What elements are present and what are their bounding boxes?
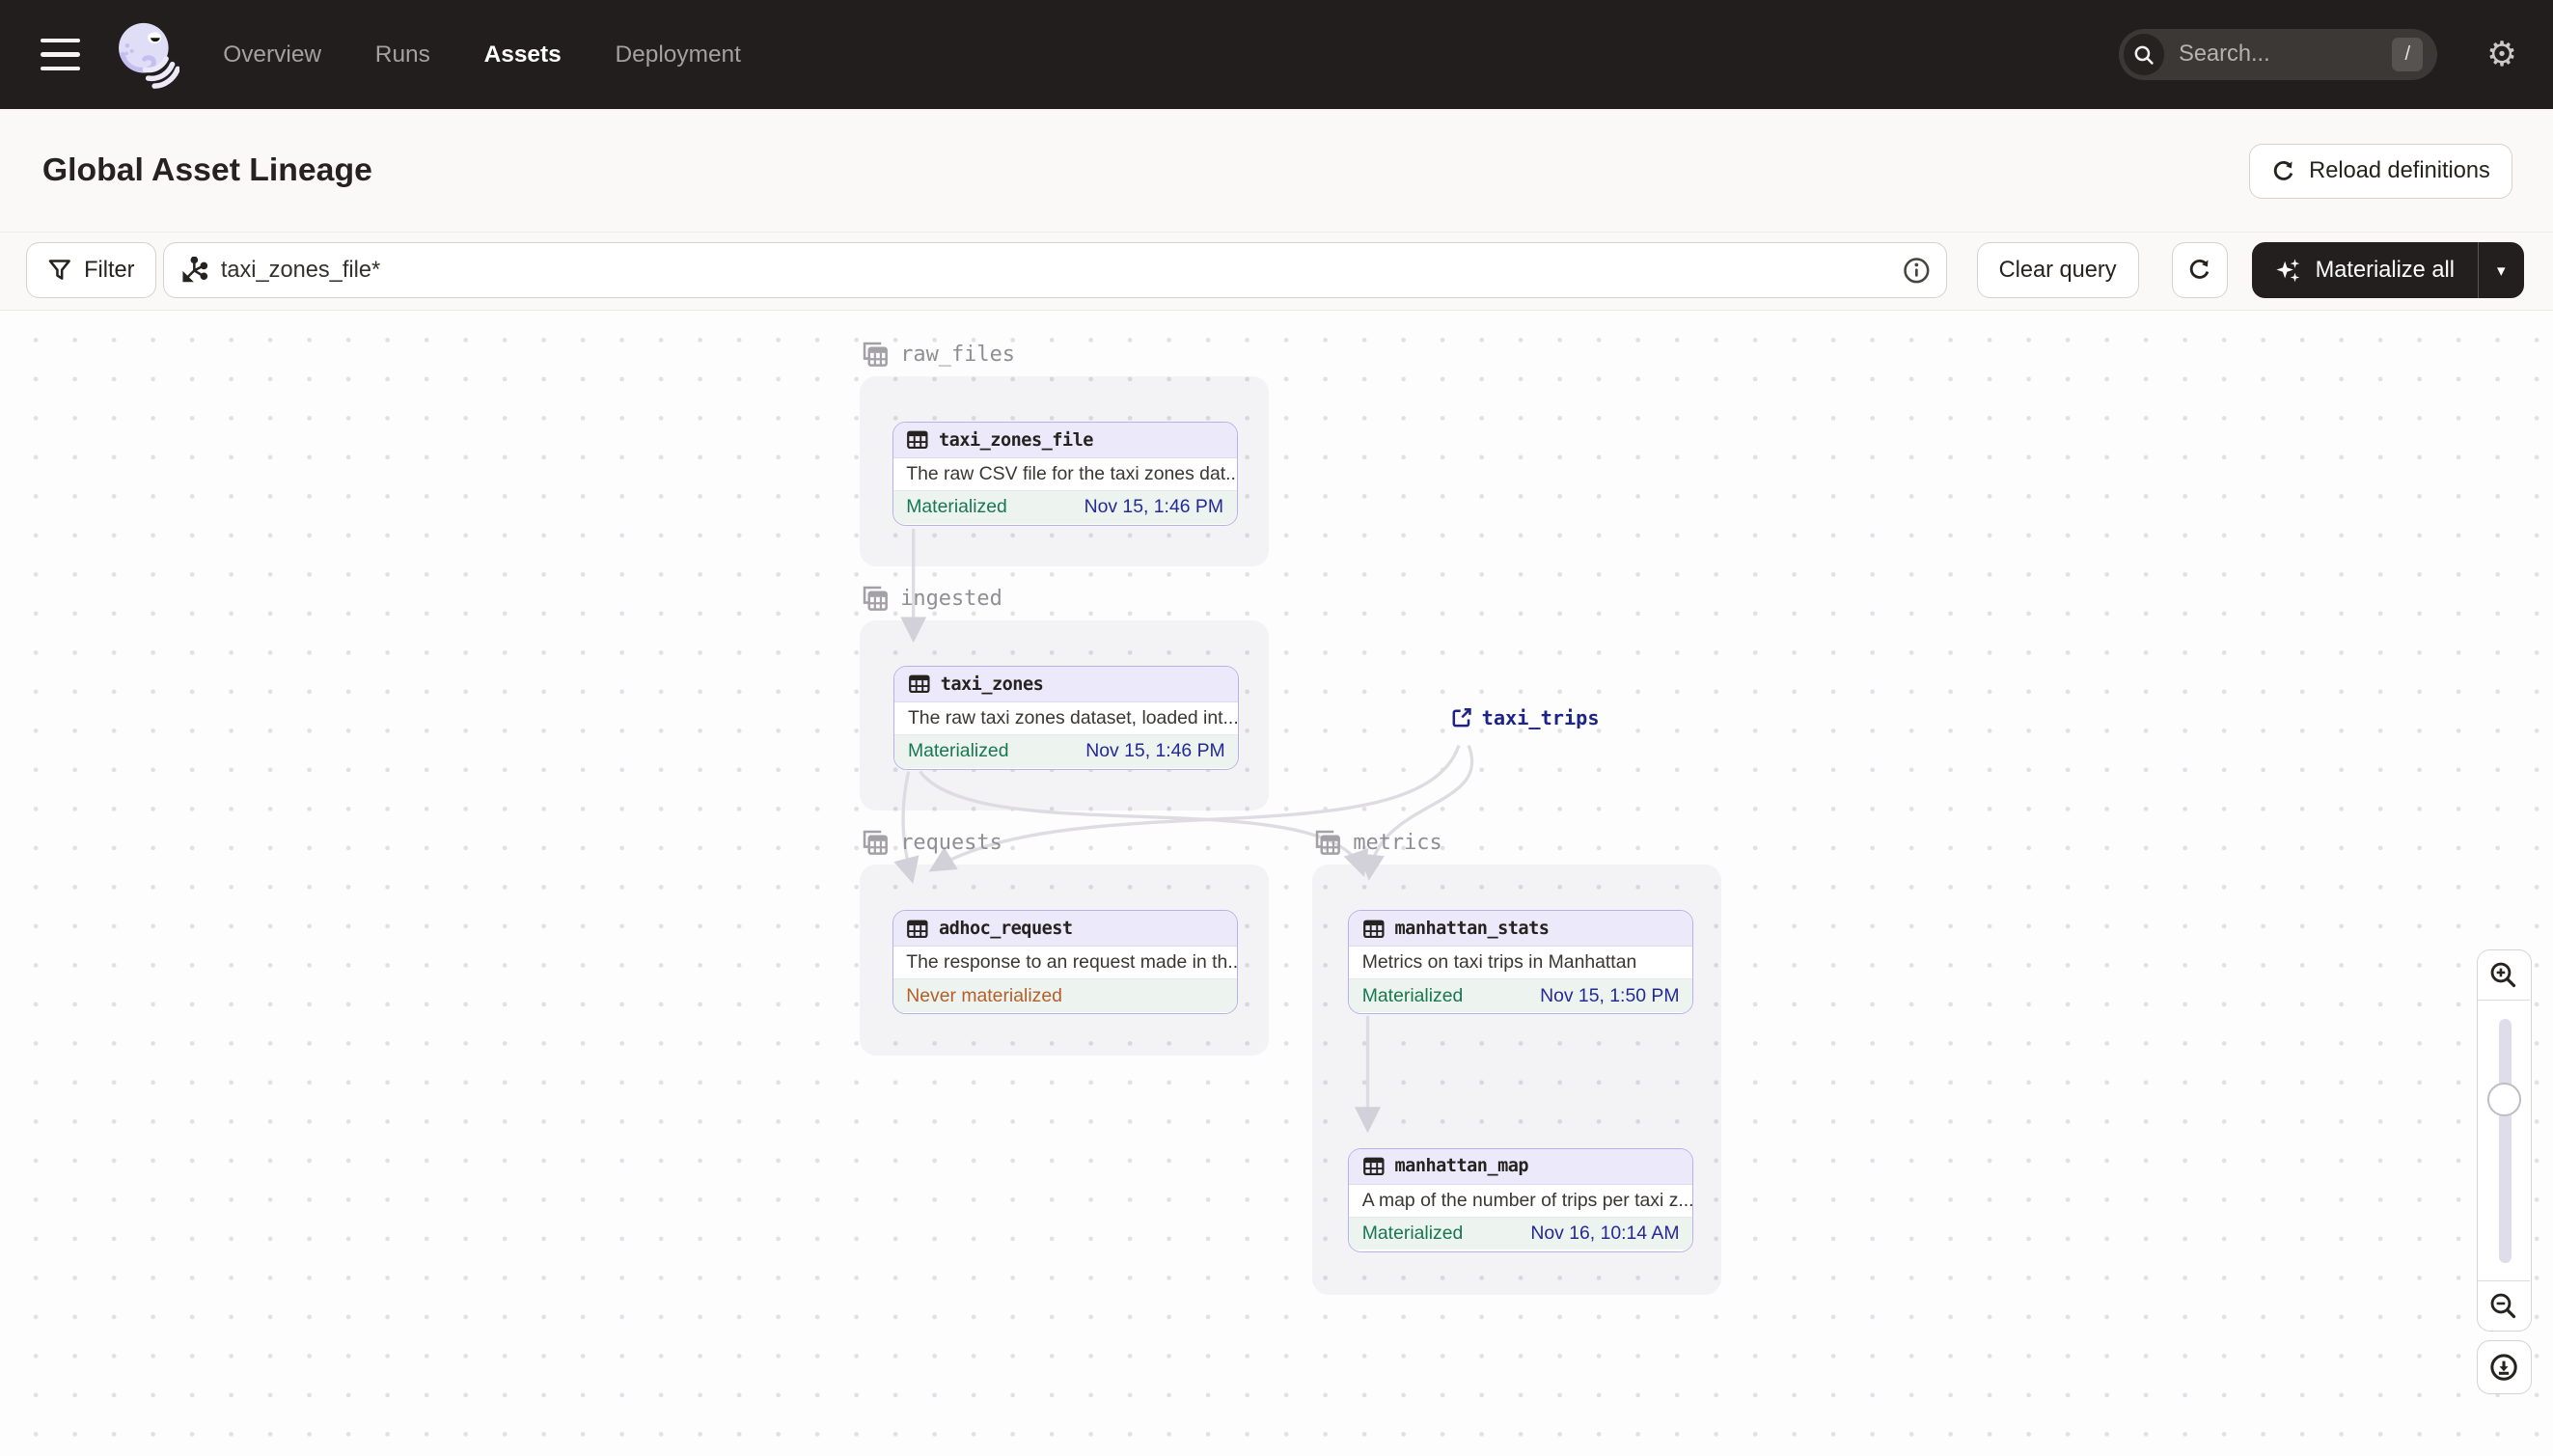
- zoom-in-icon: [2490, 962, 2516, 988]
- asset-description: A map of the number of trips per taxi z.…: [1349, 1185, 1692, 1218]
- group-label-metrics[interactable]: metrics: [1314, 829, 1442, 857]
- asset-timestamp: Nov 15, 1:46 PM: [1085, 740, 1225, 762]
- zoom-slider-thumb[interactable]: [2486, 1082, 2522, 1116]
- asset-status: Never materialized: [906, 984, 1062, 1006]
- nav-links: Overview Runs Assets Deployment: [223, 41, 741, 69]
- reload-icon: [2274, 160, 2293, 180]
- asset-query-text[interactable]: [220, 257, 1890, 284]
- table-icon: [909, 675, 930, 694]
- query-info-icon[interactable]: [1903, 257, 1931, 285]
- external-link-icon: [1452, 708, 1471, 728]
- table-icon: [1362, 1157, 1385, 1175]
- search-icon: [2123, 34, 2164, 75]
- refresh-graph-button[interactable]: [2172, 242, 2228, 298]
- materialize-options-caret[interactable]: ▾: [2479, 242, 2524, 297]
- top-nav: Overview Runs Assets Deployment Search..…: [0, 0, 2553, 110]
- dagster-logo[interactable]: [111, 18, 179, 90]
- group-label-requests[interactable]: requests: [862, 829, 1002, 857]
- filter-button[interactable]: Filter: [26, 242, 157, 298]
- asset-description: The response to an request made in th...: [892, 947, 1237, 980]
- table-icon: [1362, 920, 1385, 938]
- group-label-ingested[interactable]: ingested: [862, 585, 1002, 613]
- sparkle-icon: [2276, 259, 2300, 283]
- search-placeholder: Search...: [2179, 41, 2270, 68]
- asset-status: Materialized: [1361, 1222, 1464, 1244]
- refresh-icon: [2189, 260, 2210, 280]
- hamburger-menu-icon[interactable]: [41, 38, 80, 71]
- asset-name: adhoc_request: [939, 918, 1073, 939]
- asset-description: The raw CSV file for the taxi zones dat.…: [892, 458, 1237, 491]
- asset-query-input[interactable]: [162, 242, 1948, 298]
- edge-taxi_trips-manhattan_stats: [1359, 745, 1474, 881]
- zoom-controls: [2476, 948, 2533, 1332]
- zoom-out-icon: [2490, 1293, 2516, 1319]
- asset-timestamp: Nov 16, 10:14 AM: [1530, 1222, 1680, 1244]
- asset-name: manhattan_map: [1394, 1156, 1529, 1177]
- nav-item-deployment[interactable]: Deployment: [615, 41, 740, 69]
- asset-group-icon: [863, 830, 888, 855]
- asset-description: The raw taxi zones dataset, loaded int..…: [894, 702, 1239, 736]
- group-label-raw_files[interactable]: raw_files: [862, 341, 1015, 369]
- external-asset-taxi_trips[interactable]: taxi_trips: [1451, 706, 1600, 729]
- asset-name: taxi_zones: [940, 673, 1044, 695]
- download-icon: [2490, 1353, 2518, 1381]
- filter-funnel-icon: [48, 260, 70, 281]
- asset-status: Materialized: [1361, 984, 1464, 1006]
- lineage-canvas[interactable]: raw_files ingested requests metrics taxi…: [0, 311, 2553, 1456]
- materialize-all-button[interactable]: Materialize all: [2252, 242, 2479, 298]
- page-title: Global Asset Lineage: [41, 151, 372, 189]
- search-shortcut-key: /: [2392, 37, 2424, 72]
- asset-name: taxi_zones_file: [939, 429, 1093, 451]
- asset-timestamp: Nov 15, 1:50 PM: [1540, 984, 1680, 1006]
- asset-group-icon: [1315, 830, 1340, 855]
- lineage-toolbar: Filter Clear query: [0, 233, 2553, 312]
- table-icon: [907, 430, 928, 450]
- asset-node-manhattan_stats[interactable]: manhattan_stats Metrics on taxi trips in…: [1348, 910, 1693, 1015]
- zoom-out-button[interactable]: [2477, 1280, 2530, 1331]
- graph-query-icon: [182, 256, 207, 283]
- asset-node-adhoc_request[interactable]: adhoc_request The response to an request…: [892, 910, 1238, 1015]
- lineage-edges: [893, 529, 1474, 1134]
- nav-item-overview[interactable]: Overview: [223, 41, 321, 69]
- app-window: Overview Runs Assets Deployment Search..…: [0, 0, 2553, 1456]
- global-search-input[interactable]: Search... /: [2118, 29, 2438, 80]
- asset-group-icon: [863, 342, 888, 367]
- asset-status: Materialized: [907, 740, 1009, 762]
- zoom-in-button[interactable]: [2477, 950, 2530, 1002]
- asset-node-manhattan_map[interactable]: manhattan_map A map of the number of tri…: [1348, 1147, 1693, 1252]
- table-icon: [907, 920, 928, 938]
- page-header: Global Asset Lineage Reload definitions: [0, 109, 2553, 234]
- nav-item-runs[interactable]: Runs: [375, 41, 430, 69]
- asset-name: manhattan_stats: [1394, 918, 1550, 939]
- reload-definitions-button[interactable]: Reload definitions: [2249, 143, 2512, 199]
- asset-node-taxi_zones_file[interactable]: taxi_zones_file The raw CSV file for the…: [892, 422, 1238, 527]
- clear-query-button[interactable]: Clear query: [1976, 242, 2139, 298]
- asset-status: Materialized: [906, 496, 1007, 518]
- zoom-slider-track[interactable]: [2498, 1018, 2512, 1263]
- settings-gear-icon[interactable]: ⚙: [2486, 37, 2517, 71]
- nav-item-assets[interactable]: Assets: [484, 41, 562, 69]
- asset-description: Metrics on taxi trips in Manhattan: [1349, 947, 1692, 980]
- materialize-all-split-button: Materialize all ▾: [2251, 242, 2524, 298]
- asset-group-icon: [863, 586, 888, 611]
- asset-timestamp: Nov 15, 1:46 PM: [1084, 496, 1223, 518]
- external-asset-name: taxi_trips: [1481, 706, 1600, 730]
- download-view-button[interactable]: [2476, 1339, 2533, 1394]
- asset-node-taxi_zones[interactable]: taxi_zones The raw taxi zones dataset, l…: [893, 666, 1240, 771]
